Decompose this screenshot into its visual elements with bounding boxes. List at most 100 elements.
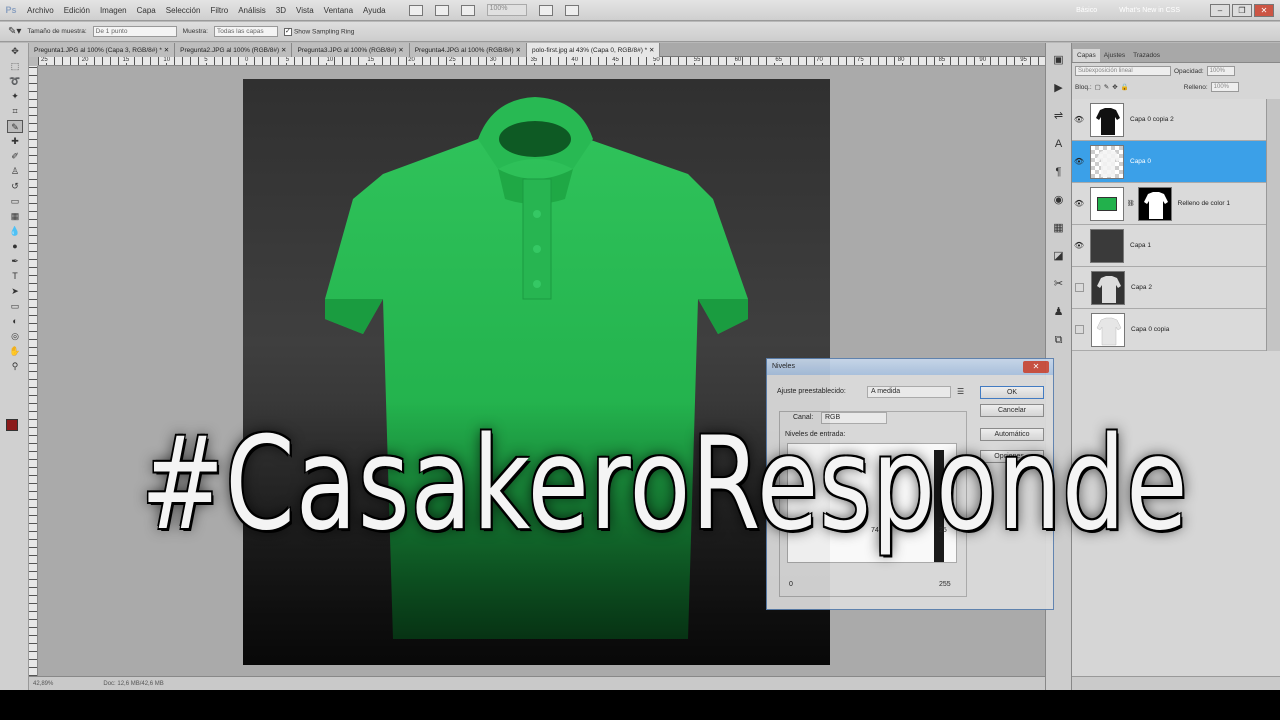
hand-tool-icon[interactable]: ✋	[7, 345, 23, 358]
close-icon[interactable]: ✕	[398, 47, 403, 54]
lock-transparency-icon[interactable]: ▢	[1095, 83, 1101, 91]
eyedropper-tool-icon[interactable]: ✎▾	[8, 26, 21, 37]
layer-name[interactable]: Capa 0 copia	[1131, 326, 1169, 333]
workspace-whats-new[interactable]: What's New in CSS	[1119, 7, 1180, 14]
type-tool-icon[interactable]: T	[7, 270, 23, 283]
crop-tool-icon[interactable]: ⌗	[7, 105, 23, 118]
tab-pregunta4[interactable]: Pregunta4.JPG al 100% (RGB/8#) ✕	[409, 43, 527, 57]
tab-pregunta3[interactable]: Pregunta3.JPG al 100% (RGB/8#) ✕	[292, 43, 410, 57]
dodge-tool-icon[interactable]: ●	[7, 240, 23, 253]
menu-ayuda[interactable]: Ayuda	[358, 6, 391, 15]
quick-selection-tool-icon[interactable]: ✦	[7, 90, 23, 103]
arrange-documents-icon[interactable]	[538, 4, 553, 16]
eye-icon[interactable]: 👁	[1072, 241, 1086, 250]
layer-row[interactable]: 👁 Capa 1	[1072, 225, 1266, 267]
restore-icon[interactable]: ❐	[1232, 4, 1252, 17]
menu-analisis[interactable]: Análisis	[233, 6, 271, 15]
masks-panel-icon[interactable]: ◪	[1051, 248, 1067, 264]
zoom-tool-icon[interactable]: ⚲	[7, 360, 23, 373]
paragraph-panel-icon[interactable]: ¶	[1051, 164, 1067, 180]
layer-row[interactable]: 👁 ⛓ Relleno de color 1	[1072, 183, 1266, 225]
3d-rotate-tool-icon[interactable]: ◐	[7, 315, 23, 328]
lock-all-icon[interactable]: 🔒	[1121, 83, 1129, 91]
menu-edicion[interactable]: Edición	[59, 6, 95, 15]
move-tool-icon[interactable]: ✥	[7, 45, 23, 58]
lock-pixels-icon[interactable]: ✎	[1104, 83, 1109, 91]
menu-seleccion[interactable]: Selección	[161, 6, 206, 15]
tab-ajustes[interactable]: Ajustes	[1100, 49, 1129, 62]
close-icon[interactable]: ✕	[164, 47, 169, 54]
layer-name[interactable]: Capa 0 copia 2	[1130, 116, 1174, 123]
eraser-tool-icon[interactable]: ▭	[7, 195, 23, 208]
marquee-tool-icon[interactable]: ⬚	[7, 60, 23, 73]
layers-scrollbar[interactable]	[1266, 99, 1280, 351]
eye-icon[interactable]: 👁	[1072, 199, 1086, 208]
layer-row[interactable]: Capa 0 copia	[1072, 309, 1266, 351]
eyedropper-tool-icon[interactable]: ✎	[7, 120, 23, 133]
menu-vista[interactable]: Vista	[291, 6, 319, 15]
healing-brush-tool-icon[interactable]: ✚	[7, 135, 23, 148]
swatches-panel-icon[interactable]: ⇌	[1051, 108, 1067, 124]
close-icon[interactable]: ✕	[1023, 361, 1049, 373]
layer-row[interactable]: 👁 Capa 0 copia 2	[1072, 99, 1266, 141]
layer-name[interactable]: Capa 0	[1130, 158, 1151, 165]
sample-select[interactable]: Todas las capas	[213, 26, 278, 37]
visibility-toggle[interactable]	[1075, 283, 1084, 292]
menu-capa[interactable]: Capa	[132, 6, 161, 15]
blend-mode-select[interactable]: Subexposición lineal	[1075, 66, 1171, 76]
mini-bridge-icon[interactable]	[434, 4, 449, 16]
visibility-toggle[interactable]	[1075, 325, 1084, 334]
workspace-basico[interactable]: Básico	[1076, 7, 1097, 14]
layer-name[interactable]: Relleno de color 1	[1178, 200, 1230, 207]
output-high-value[interactable]: 255	[939, 581, 951, 588]
status-zoom[interactable]: 42,89%	[33, 681, 53, 687]
shape-tool-icon[interactable]: ▭	[7, 300, 23, 313]
3d-orbit-tool-icon[interactable]: ◎	[7, 330, 23, 343]
eye-icon[interactable]: 👁	[1072, 115, 1086, 124]
path-selection-tool-icon[interactable]: ➤	[7, 285, 23, 298]
layer-name[interactable]: Capa 2	[1131, 284, 1152, 291]
launch-bridge-icon[interactable]	[408, 4, 423, 16]
close-icon[interactable]: ✕	[281, 47, 286, 54]
menu-3d[interactable]: 3D	[271, 6, 291, 15]
close-icon[interactable]: ✕	[649, 47, 654, 54]
sampling-ring-option[interactable]: ✓ Show Sampling Ring	[283, 27, 354, 36]
color-panel-icon[interactable]: ◉	[1051, 192, 1067, 208]
menu-archivo[interactable]: Archivo	[22, 6, 59, 15]
opacity-input[interactable]: 100%	[1206, 66, 1235, 76]
checkbox-icon[interactable]: ✓	[283, 27, 292, 36]
tab-capas[interactable]: Capas	[1073, 49, 1100, 62]
menu-imagen[interactable]: Imagen	[95, 6, 132, 15]
fill-input[interactable]: 100%	[1210, 82, 1239, 92]
ok-button[interactable]: OK	[980, 386, 1044, 399]
sample-size-select[interactable]: De 1 punto	[92, 26, 177, 37]
character-panel-icon[interactable]: A	[1051, 136, 1067, 152]
gradient-tool-icon[interactable]: ▦	[7, 210, 23, 223]
tab-pregunta2[interactable]: Pregunta2.JPG al 100% (RGB/8#) ✕	[175, 43, 293, 57]
tab-pregunta1[interactable]: Pregunta1.JPG al 100% (Capa 3, RGB/8#) *…	[29, 43, 176, 57]
preset-select[interactable]: A medida	[867, 386, 951, 398]
tool-presets-icon[interactable]: ✂	[1051, 276, 1067, 292]
styles-panel-icon[interactable]: ▦	[1051, 220, 1067, 236]
minimize-icon[interactable]: –	[1210, 4, 1230, 17]
zoom-level-field[interactable]: 100%	[486, 4, 527, 16]
pen-tool-icon[interactable]: ✒	[7, 255, 23, 268]
clone-source-icon[interactable]: ♟	[1051, 304, 1067, 320]
history-panel-icon[interactable]: ▣	[1051, 52, 1067, 68]
brush-tool-icon[interactable]: ✐	[7, 150, 23, 163]
foreground-color-swatch[interactable]	[6, 419, 18, 431]
menu-filtro[interactable]: Filtro	[205, 6, 233, 15]
close-icon[interactable]: ✕	[516, 47, 521, 54]
view-extras-icon[interactable]	[460, 4, 475, 16]
preset-menu-icon[interactable]: ☰	[957, 387, 964, 396]
tab-trazados[interactable]: Trazados	[1129, 49, 1164, 62]
menu-ventana[interactable]: Ventana	[319, 6, 358, 15]
tab-polo-first[interactable]: polo-first.jpg al 43% (Capa 0, RGB/8#) *…	[526, 43, 661, 57]
lasso-tool-icon[interactable]: ➰	[7, 75, 23, 88]
eye-icon[interactable]: 👁	[1072, 157, 1086, 166]
layer-row[interactable]: Capa 2	[1072, 267, 1266, 309]
layer-row[interactable]: 👁 Capa 0	[1072, 141, 1266, 183]
close-icon[interactable]: ✕	[1254, 4, 1274, 17]
link-icon[interactable]: ⛓	[1127, 200, 1135, 207]
lock-position-icon[interactable]: ✥	[1112, 83, 1117, 91]
